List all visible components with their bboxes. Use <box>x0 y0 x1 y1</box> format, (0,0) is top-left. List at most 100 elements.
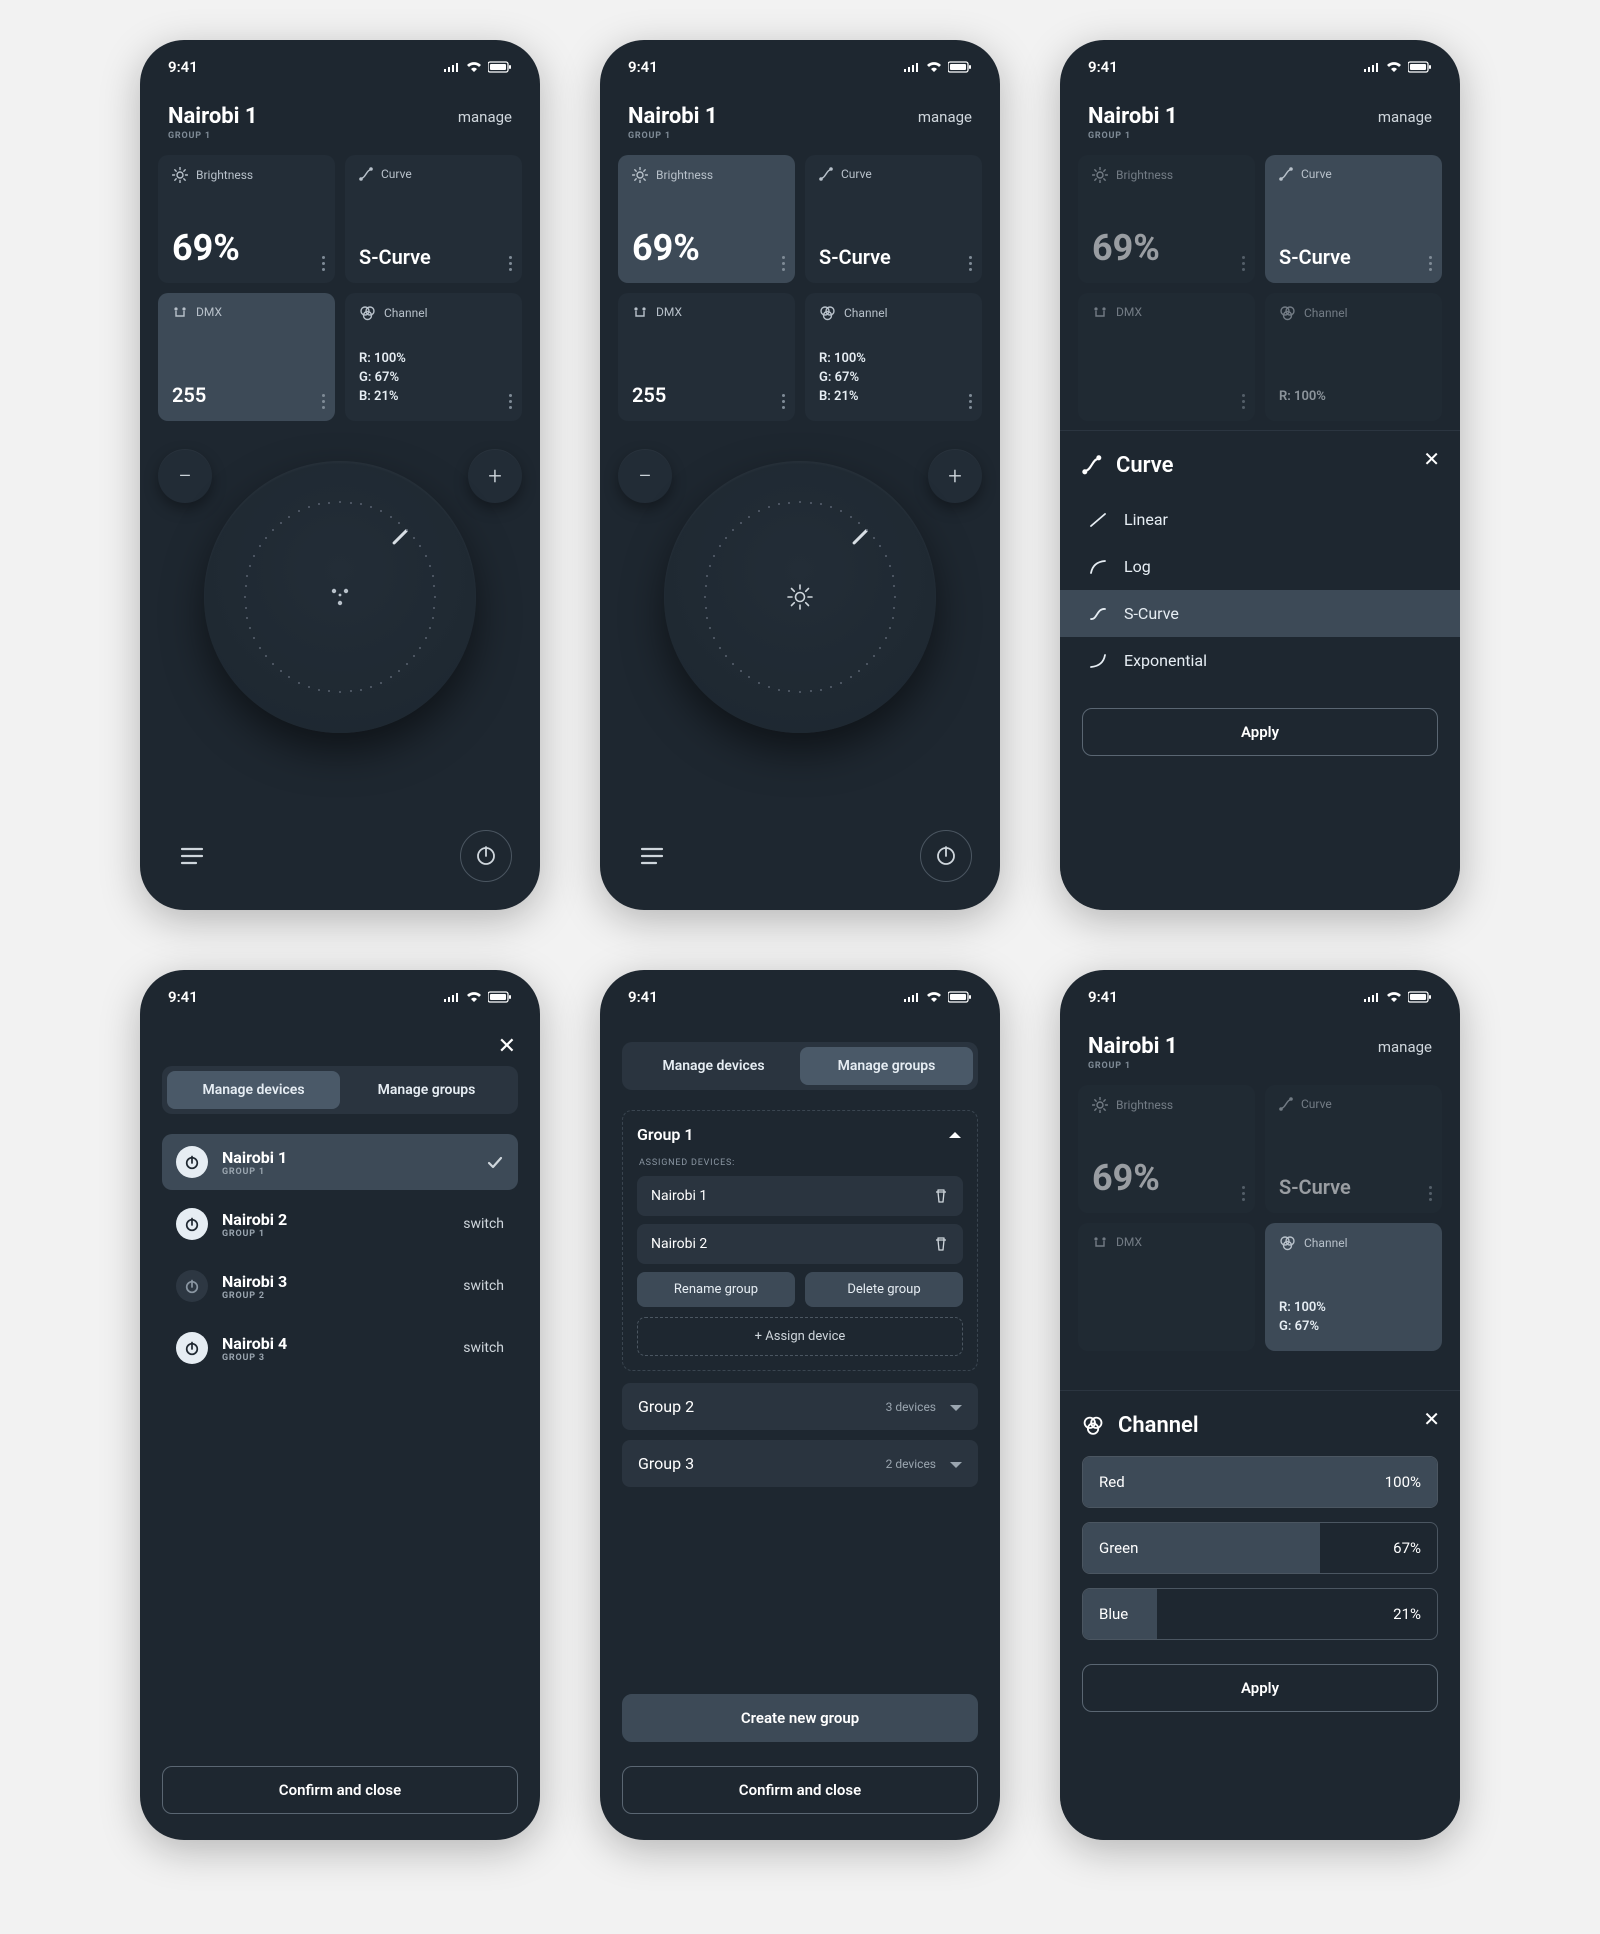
tile-curve[interactable]: Curve S-Curve <box>1265 1085 1442 1213</box>
group-row-collapsed[interactable]: Group 2 3 devices <box>622 1383 978 1430</box>
device-power-toggle[interactable] <box>176 1146 208 1178</box>
tab-manage-groups[interactable]: Manage groups <box>340 1071 513 1109</box>
device-title: Nairobi 1 <box>168 104 258 129</box>
status-bar: 9:41 <box>600 970 1000 1016</box>
tab-manage-devices[interactable]: Manage devices <box>167 1071 340 1109</box>
tile-more-icon[interactable] <box>322 394 325 409</box>
device-row[interactable]: Nairobi 3GROUP 2switch <box>162 1258 518 1314</box>
screen-manage-devices: 9:41 ✕ Manage devices Manage groups Nair… <box>140 970 540 1840</box>
assigned-device-name: Nairobi 2 <box>651 1236 707 1252</box>
tile-brightness[interactable]: Brightness 69% <box>1078 1085 1255 1213</box>
status-bar: 9:41 <box>1060 970 1460 1016</box>
device-power-toggle[interactable] <box>176 1208 208 1240</box>
group-row-collapsed[interactable]: Group 3 2 devices <box>622 1440 978 1487</box>
power-button[interactable] <box>460 830 512 882</box>
tile-brightness[interactable]: Brightness 69% <box>618 155 795 283</box>
tile-dmx[interactable]: DMX 255 <box>158 293 335 421</box>
decrement-button[interactable]: − <box>618 449 672 503</box>
delete-group-button[interactable]: Delete group <box>805 1272 963 1307</box>
tile-dmx[interactable]: DMX <box>1078 293 1255 421</box>
sheet-title: Curve <box>1082 453 1438 478</box>
sheet-title: Channel <box>1082 1413 1438 1438</box>
curve-option-scurve[interactable]: S-Curve <box>1060 590 1460 637</box>
tile-more-icon[interactable] <box>1242 256 1245 271</box>
tiles-grid: Brightness 69% Curve S-Curve DMX Channel… <box>1060 1085 1460 1351</box>
close-button[interactable]: ✕ <box>498 1034 516 1059</box>
dial[interactable] <box>664 461 936 733</box>
tile-dmx[interactable]: DMX 255 <box>618 293 795 421</box>
apply-button[interactable]: Apply <box>1082 708 1438 756</box>
tile-curve-value: S-Curve <box>1279 245 1428 269</box>
curve-option-log[interactable]: Log <box>1082 543 1438 590</box>
manage-link[interactable]: manage <box>918 108 972 126</box>
device-action[interactable]: switch <box>463 1216 504 1232</box>
channel-b: B: 21% <box>819 388 968 407</box>
apply-button[interactable]: Apply <box>1082 1664 1438 1712</box>
device-name: Nairobi 3 <box>222 1272 287 1291</box>
assign-device-button[interactable]: + Assign device <box>637 1317 963 1356</box>
tile-brightness[interactable]: Brightness 69% <box>158 155 335 283</box>
tile-curve[interactable]: Curve S-Curve <box>345 155 522 283</box>
tile-more-icon[interactable] <box>322 256 325 271</box>
create-group-button[interactable]: Create new group <box>622 1694 978 1742</box>
channel-b: B: 21% <box>359 388 508 407</box>
tile-more-icon[interactable] <box>1429 1186 1432 1201</box>
rename-group-button[interactable]: Rename group <box>637 1272 795 1307</box>
close-button[interactable]: ✕ <box>1423 447 1440 471</box>
confirm-close-button[interactable]: Confirm and close <box>162 1766 518 1814</box>
group-header[interactable]: Group 1 <box>637 1125 963 1154</box>
close-button[interactable]: ✕ <box>1423 1407 1440 1431</box>
manage-link[interactable]: manage <box>458 108 512 126</box>
device-row[interactable]: Nairobi 2GROUP 1switch <box>162 1196 518 1252</box>
power-button[interactable] <box>920 830 972 882</box>
tile-curve[interactable]: Curve S-Curve <box>1265 155 1442 283</box>
decrement-button[interactable]: − <box>158 449 212 503</box>
tile-more-icon[interactable] <box>1242 1186 1245 1201</box>
menu-button[interactable] <box>168 832 216 880</box>
channel-slider-blue[interactable]: Blue 21% <box>1082 1588 1438 1640</box>
device-action[interactable] <box>486 1154 504 1170</box>
tile-more-icon[interactable] <box>1242 394 1245 409</box>
channel-slider-red[interactable]: Red 100% <box>1082 1456 1438 1508</box>
collapse-icon[interactable] <box>947 1129 963 1141</box>
tile-more-icon[interactable] <box>509 394 512 409</box>
curve-option-linear[interactable]: Linear <box>1082 496 1438 543</box>
channel-label: Blue <box>1099 1605 1128 1623</box>
device-power-toggle[interactable] <box>176 1332 208 1364</box>
tile-more-icon[interactable] <box>509 256 512 271</box>
channel-slider-green[interactable]: Green 67% <box>1082 1522 1438 1574</box>
tile-brightness[interactable]: Brightness 69% <box>1078 155 1255 283</box>
trash-icon[interactable] <box>933 1236 949 1252</box>
tile-more-icon[interactable] <box>782 394 785 409</box>
manage-link[interactable]: manage <box>1378 1038 1432 1056</box>
dial[interactable] <box>204 461 476 733</box>
tile-channel[interactable]: Channel R: 100% G: 67% B: 21% <box>345 293 522 421</box>
tile-channel[interactable]: Channel R: 100% G: 67% <box>1265 1223 1442 1351</box>
header: Nairobi 1 GROUP 1 manage <box>1060 86 1460 155</box>
menu-button[interactable] <box>628 832 676 880</box>
curve-option-exponential[interactable]: Exponential <box>1082 637 1438 684</box>
tab-manage-devices[interactable]: Manage devices <box>627 1047 800 1085</box>
tile-more-icon[interactable] <box>782 256 785 271</box>
device-action[interactable]: switch <box>463 1340 504 1356</box>
trash-icon[interactable] <box>933 1188 949 1204</box>
tile-channel[interactable]: Channel R: 100% G: 67% B: 21% <box>805 293 982 421</box>
tile-dmx[interactable]: DMX <box>1078 1223 1255 1351</box>
device-row[interactable]: Nairobi 4GROUP 3switch <box>162 1320 518 1376</box>
device-action[interactable]: switch <box>463 1278 504 1294</box>
manage-link[interactable]: manage <box>1378 108 1432 126</box>
tile-more-icon[interactable] <box>969 256 972 271</box>
status-indicators <box>1363 61 1432 73</box>
screen-channel-sheet: 9:41 Nairobi 1 GROUP 1 manage Brightness… <box>1060 970 1460 1840</box>
device-row[interactable]: Nairobi 1GROUP 1 <box>162 1134 518 1190</box>
tile-curve[interactable]: Curve S-Curve <box>805 155 982 283</box>
device-power-toggle[interactable] <box>176 1270 208 1302</box>
tile-channel[interactable]: Channel R: 100% <box>1265 293 1442 421</box>
sheet-title-text: Curve <box>1116 453 1174 478</box>
tile-more-icon[interactable] <box>969 394 972 409</box>
confirm-close-button[interactable]: Confirm and close <box>622 1766 978 1814</box>
increment-button[interactable]: + <box>468 449 522 503</box>
tile-more-icon[interactable] <box>1429 256 1432 271</box>
tab-manage-groups[interactable]: Manage groups <box>800 1047 973 1085</box>
increment-button[interactable]: + <box>928 449 982 503</box>
